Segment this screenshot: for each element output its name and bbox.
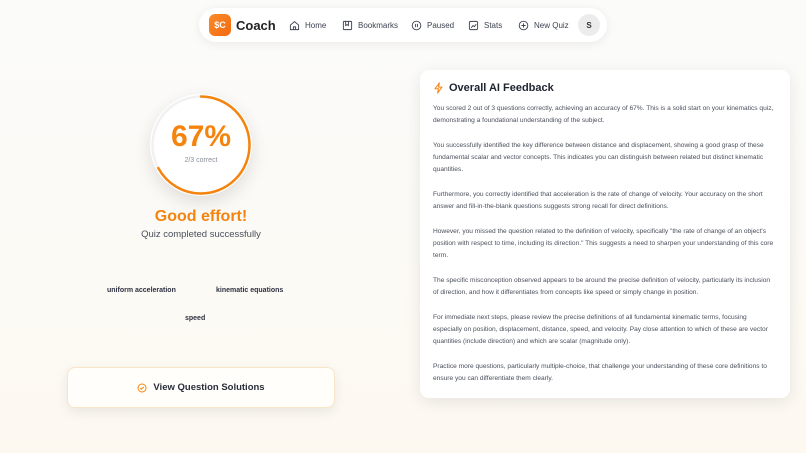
feedback-paragraph: Practice more questions, particularly mu… (433, 363, 767, 382)
score-circle: 67% 2/3 correct (150, 94, 252, 196)
feedback-paragraph: The specific misconception observed appe… (433, 277, 771, 296)
feedback-paragraph: You successfully identified the key diff… (433, 142, 764, 173)
avatar[interactable]: S (578, 14, 600, 36)
topic-tag: kinematic equations (216, 287, 284, 294)
score-correct-count: 2/3 correct (184, 157, 218, 164)
brand-logo: $C (209, 14, 231, 36)
ai-feedback-card: Overall AI Feedback You scored 2 out of … (420, 70, 790, 398)
result-subtitle: Quiz completed successfully (141, 229, 261, 240)
stats-icon (468, 20, 479, 30)
nav-item-stats[interactable]: Stats (468, 8, 502, 42)
plus-circle-icon (518, 20, 529, 30)
nav-item-paused[interactable]: Paused (411, 8, 454, 42)
topic-tag: speed (185, 315, 206, 322)
nav-item-bookmarks[interactable]: Bookmarks (342, 8, 398, 42)
feedback-paragraph: However, you missed the question related… (433, 228, 774, 259)
topic-tag: uniform acceleration (107, 287, 176, 294)
nav-item-new-quiz[interactable]: New Quiz (518, 8, 569, 42)
nav-item-label: Stats (484, 20, 503, 30)
check-circle-icon (137, 382, 147, 393)
bookmark-icon (342, 20, 353, 30)
score-percentage: 67% (170, 120, 232, 153)
feedback-paragraph: For immediate next steps, please review … (433, 314, 768, 345)
nav-item-home[interactable]: Home (289, 8, 326, 42)
feedback-title: Overall AI Feedback (449, 82, 554, 94)
nav-item-label: Paused (427, 20, 455, 30)
result-title: Good effort! (154, 208, 248, 225)
feedback-paragraph: You scored 2 out of 3 questions correctl… (433, 105, 774, 124)
view-solutions-label: View Question Solutions (153, 382, 265, 393)
home-icon (289, 20, 300, 30)
top-navbar: $C Coach Home Bookmarks Paused Stats New… (199, 8, 607, 42)
nav-item-label: New Quiz (534, 20, 569, 30)
feedback-header: Overall AI Feedback (433, 81, 777, 95)
feedback-paragraph: Furthermore, you correctly identified th… (433, 191, 763, 210)
brand[interactable]: $C Coach (209, 14, 276, 36)
brand-name: Coach (236, 17, 276, 33)
pause-icon (411, 20, 422, 30)
nav-item-label: Bookmarks (358, 20, 399, 30)
nav-item-label: Home (305, 20, 327, 30)
view-solutions-button[interactable]: View Question Solutions (67, 367, 335, 408)
lightning-icon (434, 82, 443, 94)
